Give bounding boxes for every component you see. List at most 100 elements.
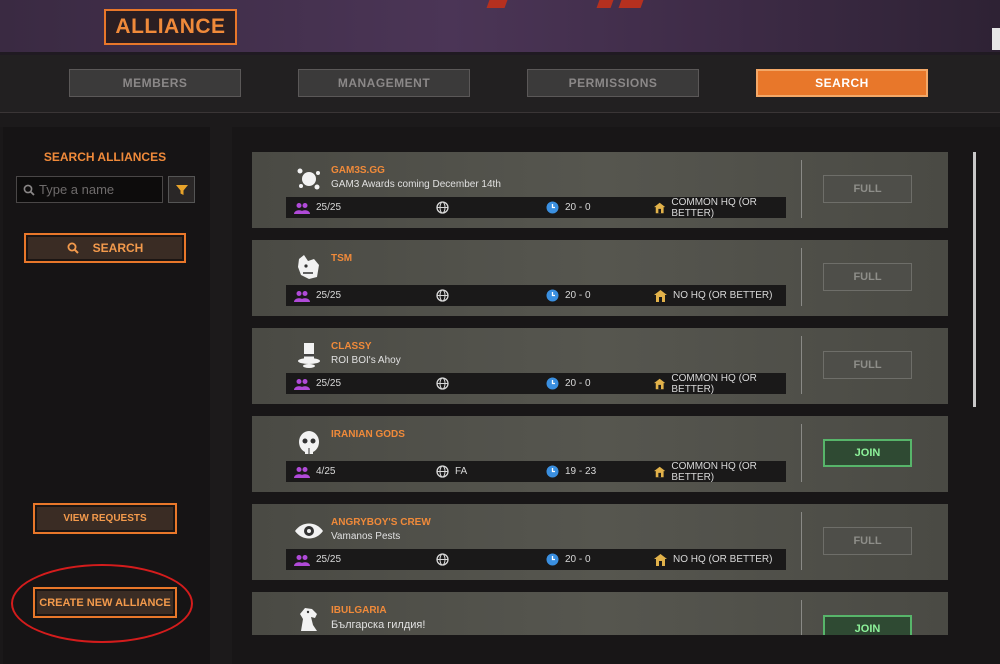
members-icon — [294, 378, 310, 390]
tab-management[interactable]: MANAGEMENT — [298, 69, 470, 97]
search-icon — [67, 242, 79, 254]
banner-decoration — [486, 0, 508, 8]
alliance-list[interactable]: GAM3S.GG GAM3 Awards coming December 14t… — [252, 140, 972, 635]
clock-icon — [546, 553, 559, 566]
house-icon — [654, 466, 666, 477]
members-stat: 4/25 — [294, 461, 335, 482]
hq-requirement: COMMON HQ (OR BETTER) — [671, 196, 757, 219]
card-divider — [801, 160, 802, 218]
hq-requirement: COMMON HQ (OR BETTER) — [671, 372, 757, 395]
hq-stat: COMMON HQ (OR BETTER) — [654, 372, 786, 395]
hours-value: 20 - 0 — [565, 290, 591, 301]
hq-stat: COMMON HQ (OR BETTER) — [654, 196, 786, 219]
list-scrollbar[interactable] — [973, 152, 976, 407]
hours-value: 20 - 0 — [565, 554, 591, 565]
region-stat — [436, 285, 455, 306]
alliance-stats: 4/25 FA 19 - 23 COMMON HQ (OR BETTER) — [286, 460, 786, 483]
alliance-motto: Vamanos Pests — [331, 531, 401, 542]
members-count: 25/25 — [316, 378, 342, 389]
members-count: 25/25 — [316, 290, 342, 301]
tab-bar: MEMBERS MANAGEMENT PERMISSIONS SEARCH — [0, 55, 1000, 113]
alliance-card: ANGRYBOY'S CREW Vamanos Pests 25/25 20 -… — [252, 504, 948, 580]
members-stat: 25/25 — [294, 549, 341, 570]
members-stat: 25/25 — [294, 285, 341, 306]
skull-icon — [294, 428, 324, 458]
hq-requirement: COMMON HQ (OR BETTER) — [671, 460, 757, 483]
alliance-card: TSM 25/25 20 - 0 NO HQ (OR BETTER) FULL — [252, 240, 948, 316]
clock-icon — [546, 201, 559, 214]
full-button[interactable]: FULL — [823, 263, 912, 291]
full-button[interactable]: FULL — [823, 351, 912, 379]
wolf-icon — [294, 252, 324, 282]
window-scrollbar[interactable] — [992, 28, 1000, 50]
full-button[interactable]: FULL — [823, 175, 912, 203]
alliance-card: GAM3S.GG GAM3 Awards coming December 14t… — [252, 152, 948, 228]
hq-requirement: NO HQ (OR BETTER) — [673, 290, 773, 301]
alliance-name: TSM — [331, 253, 353, 264]
alliance-motto: ROI BOI's Ahoy — [331, 355, 401, 366]
splat-icon — [294, 164, 324, 194]
tab-members[interactable]: MEMBERS — [69, 69, 241, 97]
alliance-name: ANGRYBOY'S CREW — [331, 517, 431, 528]
globe-icon — [436, 553, 449, 566]
page-title-text: ALLIANCE — [115, 15, 226, 38]
region-value: FA — [455, 466, 468, 477]
hq-requirement: NO HQ (OR BETTER) — [673, 554, 773, 565]
globe-icon — [436, 201, 449, 214]
card-divider — [801, 336, 802, 394]
hours-stat: 20 - 0 — [546, 373, 591, 394]
search-field[interactable] — [16, 176, 163, 203]
filter-button[interactable] — [168, 176, 195, 203]
clock-icon — [546, 465, 559, 478]
globe-icon — [436, 465, 449, 478]
tab-permissions[interactable]: PERMISSIONS — [527, 69, 699, 97]
search-button-label: SEARCH — [92, 241, 144, 255]
search-input[interactable] — [39, 182, 154, 197]
alliance-stats: 25/25 20 - 0 NO HQ (OR BETTER) — [286, 285, 786, 306]
search-button[interactable]: SEARCH — [24, 233, 186, 263]
alliance-motto: Българска гилдия! — [331, 619, 426, 631]
banner-decoration — [596, 0, 614, 8]
card-divider — [801, 424, 802, 482]
house-icon — [654, 202, 666, 213]
tab-search[interactable]: SEARCH — [756, 69, 928, 97]
alliance-name: IBULGARIA — [331, 605, 387, 616]
house-icon — [654, 553, 667, 566]
members-count: 25/25 — [316, 554, 342, 565]
horse-icon — [294, 604, 324, 634]
join-button[interactable]: JOIN — [823, 439, 912, 467]
hq-stat: COMMON HQ (OR BETTER) — [654, 460, 786, 483]
clock-icon — [546, 289, 559, 302]
card-divider — [801, 248, 802, 306]
globe-icon — [436, 289, 449, 302]
card-divider — [801, 600, 802, 635]
hq-stat: NO HQ (OR BETTER) — [654, 285, 772, 306]
view-requests-button[interactable]: VIEW REQUESTS — [33, 503, 177, 534]
alliance-card: IRANIAN GODS 4/25 FA 19 - 23 COMMON HQ (… — [252, 416, 948, 492]
search-alliances-heading: SEARCH ALLIANCES — [43, 150, 167, 164]
globe-icon — [436, 377, 449, 390]
hours-stat: 20 - 0 — [546, 197, 591, 218]
house-icon — [654, 289, 667, 302]
members-icon — [294, 290, 310, 302]
join-button[interactable]: JOIN — [823, 615, 912, 635]
hq-stat: NO HQ (OR BETTER) — [654, 549, 772, 570]
members-stat: 25/25 — [294, 197, 341, 218]
hours-stat: 20 - 0 — [546, 285, 591, 306]
alliance-motto: GAM3 Awards coming December 14th — [331, 179, 501, 190]
hours-value: 20 - 0 — [565, 378, 591, 389]
alliance-stats: 25/25 20 - 0 COMMON HQ (OR BETTER) — [286, 372, 786, 395]
eye-icon — [294, 516, 324, 546]
alliance-name: CLASSY — [331, 341, 372, 352]
card-divider — [801, 512, 802, 570]
members-icon — [294, 202, 310, 214]
members-count: 25/25 — [316, 202, 342, 213]
hours-stat: 20 - 0 — [546, 549, 591, 570]
full-button[interactable]: FULL — [823, 527, 912, 555]
region-stat — [436, 549, 455, 570]
members-count: 4/25 — [316, 466, 336, 477]
hours-value: 19 - 23 — [565, 466, 597, 477]
members-icon — [294, 554, 310, 566]
page-title: ALLIANCE — [104, 9, 237, 45]
search-icon — [23, 184, 35, 196]
